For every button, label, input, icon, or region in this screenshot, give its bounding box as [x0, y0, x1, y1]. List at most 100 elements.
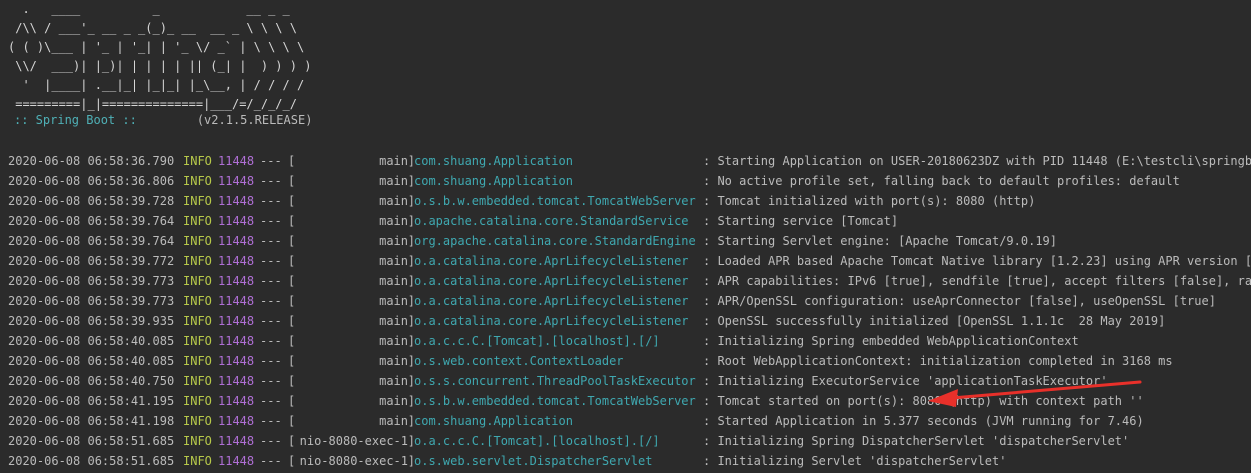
- log-logger: o.a.catalina.core.AprLifecycleListener: [414, 254, 689, 268]
- banner-line: ' |____| .__|_| |_|_| |_\__, | / / / /: [8, 78, 305, 92]
- log-message: : Starting service [Tomcat]: [703, 214, 899, 228]
- log-separator: ---: [260, 354, 282, 368]
- log-logger: org.apache.catalina.core.StandardEngine: [414, 234, 696, 248]
- log-logger: o.a.c.c.C.[Tomcat].[localhost].[/]: [414, 434, 660, 448]
- log-level: INFO: [183, 234, 212, 248]
- banner-line: \\/ ___)| |_)| | | | | || (_| | ) ) ) ): [8, 59, 312, 73]
- log-logger: o.s.s.concurrent.ThreadPoolTaskExecutor: [414, 374, 696, 388]
- log-timestamp: 2020-06-08 06:58:51.685: [8, 454, 175, 468]
- log-row: 2020-06-08 06:58:51.685 INFO 11448 ---[nio-…: [8, 431, 1251, 451]
- log-logger: o.s.b.w.embedded.tomcat.TomcatWebServer: [414, 194, 696, 208]
- log-row: 2020-06-08 06:58:51.685 INFO 11448 ---[nio-…: [8, 451, 1251, 471]
- log-thread-name: main: [379, 414, 408, 428]
- log-thread-name: main: [379, 174, 408, 188]
- banner-line: . ____ _ __ _ _: [8, 2, 290, 16]
- log-level: INFO: [183, 374, 212, 388]
- log-lines: 2020-06-08 06:58:36.790 INFO 11448 ---[main…: [8, 151, 1251, 471]
- log-row: 2020-06-08 06:58:36.790 INFO 11448 ---[main…: [8, 151, 1251, 171]
- banner-line: ( ( )\___ | '_ | '_| | '_ \/ _` | \ \ \ …: [8, 40, 305, 54]
- log-row: 2020-06-08 06:58:40.085 INFO 11448 ---[main…: [8, 331, 1251, 351]
- log-pid: 11448: [218, 154, 255, 168]
- log-level: INFO: [183, 334, 212, 348]
- log-message: : Initializing Spring embedded WebApplic…: [703, 334, 1079, 348]
- spring-boot-label: :: Spring Boot ::: [14, 113, 137, 127]
- log-row: 2020-06-08 06:58:39.764 INFO 11448 ---[main…: [8, 211, 1251, 231]
- log-message: : OpenSSL successfully initialized [Open…: [703, 314, 1166, 328]
- log-level: INFO: [183, 394, 212, 408]
- log-separator: ---: [260, 454, 282, 468]
- log-timestamp: 2020-06-08 06:58:39.764: [8, 214, 175, 228]
- log-thread-name: main: [379, 374, 408, 388]
- log-thread-name: main: [379, 234, 408, 248]
- log-timestamp: 2020-06-08 06:58:36.790: [8, 154, 175, 168]
- log-logger: o.s.b.w.embedded.tomcat.TomcatWebServer: [414, 394, 696, 408]
- log-pid: 11448: [218, 254, 255, 268]
- log-separator: ---: [260, 434, 282, 448]
- log-separator: ---: [260, 374, 282, 388]
- log-message: : Initializing Spring DispatcherServlet …: [703, 434, 1130, 448]
- log-row: 2020-06-08 06:58:41.198 INFO 11448 ---[main…: [8, 411, 1251, 431]
- log-separator: ---: [260, 314, 282, 328]
- log-thread-name: main: [379, 214, 408, 228]
- log-pid: 11448: [218, 414, 255, 428]
- spring-ascii-banner: . ____ _ __ _ _ /\\ / ___'_ __ _ _(_)_ _…: [8, 0, 311, 114]
- log-separator: ---: [260, 234, 282, 248]
- log-thread-name: main: [379, 294, 408, 308]
- log-thread-name: main: [379, 354, 408, 368]
- log-timestamp: 2020-06-08 06:58:40.085: [8, 334, 175, 348]
- log-pid: 11448: [218, 394, 255, 408]
- log-thread-name: main: [379, 314, 408, 328]
- log-separator: ---: [260, 394, 282, 408]
- log-level: INFO: [183, 214, 212, 228]
- log-thread-name: main: [379, 274, 408, 288]
- log-row: 2020-06-08 06:58:39.772 INFO 11448 ---[main…: [8, 251, 1251, 271]
- log-message: : Tomcat started on port(s): 8080 (http)…: [703, 394, 1144, 408]
- log-pid: 11448: [218, 334, 255, 348]
- log-message: : Loaded APR based Apache Tomcat Native …: [703, 254, 1251, 268]
- log-separator: ---: [260, 174, 282, 188]
- log-separator: ---: [260, 194, 282, 208]
- log-pid: 11448: [218, 294, 255, 308]
- log-level: INFO: [183, 194, 212, 208]
- log-message: : No active profile set, falling back to…: [703, 174, 1180, 188]
- log-level: INFO: [183, 294, 212, 308]
- log-pid: 11448: [218, 194, 255, 208]
- log-pid: 11448: [218, 314, 255, 328]
- log-message: : Initializing Servlet 'dispatcherServle…: [703, 454, 1007, 468]
- console-output[interactable]: . ____ _ __ _ _ /\\ / ___'_ __ _ _(_)_ _…: [0, 0, 1251, 473]
- log-level: INFO: [183, 154, 212, 168]
- log-row: 2020-06-08 06:58:39.728 INFO 11448 ---[main…: [8, 191, 1251, 211]
- banner-line: /\\ / ___'_ __ _ _(_)_ __ __ _ \ \ \ \: [8, 21, 297, 35]
- log-logger: com.shuang.Application: [414, 154, 573, 168]
- log-message: : Root WebApplicationContext: initializa…: [703, 354, 1173, 368]
- log-timestamp: 2020-06-08 06:58:39.728: [8, 194, 175, 208]
- log-pid: 11448: [218, 214, 255, 228]
- log-row: 2020-06-08 06:58:36.806 INFO 11448 ---[main…: [8, 171, 1251, 191]
- log-separator: ---: [260, 254, 282, 268]
- log-logger: o.apache.catalina.core.StandardService: [414, 214, 689, 228]
- log-row: 2020-06-08 06:58:39.764 INFO 11448 ---[main…: [8, 231, 1251, 251]
- log-timestamp: 2020-06-08 06:58:41.198: [8, 414, 175, 428]
- log-message: : Starting Servlet engine: [Apache Tomca…: [703, 234, 1058, 248]
- log-message: : APR/OpenSSL configuration: useAprConne…: [703, 294, 1216, 308]
- log-logger: o.a.catalina.core.AprLifecycleListener: [414, 294, 689, 308]
- log-level: INFO: [183, 174, 212, 188]
- log-pid: 11448: [218, 354, 255, 368]
- log-pid: 11448: [218, 374, 255, 388]
- log-level: INFO: [183, 414, 212, 428]
- log-pid: 11448: [218, 434, 255, 448]
- log-timestamp: 2020-06-08 06:58:36.806: [8, 174, 175, 188]
- log-row: 2020-06-08 06:58:39.773 INFO 11448 ---[main…: [8, 271, 1251, 291]
- log-message: : Started Application in 5.377 seconds (…: [703, 414, 1144, 428]
- log-timestamp: 2020-06-08 06:58:39.935: [8, 314, 175, 328]
- log-level: INFO: [183, 274, 212, 288]
- log-timestamp: 2020-06-08 06:58:41.195: [8, 394, 175, 408]
- log-logger: o.s.web.servlet.DispatcherServlet: [414, 454, 653, 468]
- log-separator: ---: [260, 214, 282, 228]
- log-level: INFO: [183, 354, 212, 368]
- log-logger: o.a.catalina.core.AprLifecycleListener: [414, 314, 689, 328]
- log-timestamp: 2020-06-08 06:58:39.764: [8, 234, 175, 248]
- log-logger: o.a.catalina.core.AprLifecycleListener: [414, 274, 689, 288]
- log-thread-name: main: [379, 254, 408, 268]
- log-separator: ---: [260, 154, 282, 168]
